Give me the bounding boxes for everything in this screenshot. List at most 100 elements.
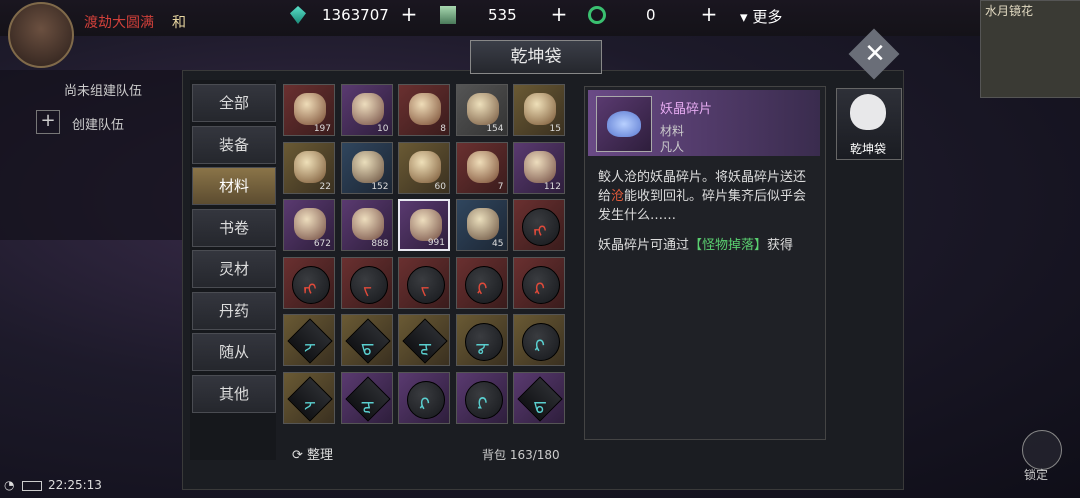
close-icon[interactable]: ✕ [860,36,890,72]
item-slot[interactable]: 197 [283,84,335,136]
item-slot[interactable]: ᡕ [340,256,393,309]
rune-glyph: ᡖ [533,393,547,415]
sort-button[interactable]: ⟳ 整理 [292,444,333,463]
minimap-title: 水月镜花 [985,4,1034,18]
crystal-cluster-icon [351,208,384,240]
item-slot[interactable]: 45 [455,199,508,251]
add-ring-button[interactable]: + [700,4,718,24]
fire-orb-icon [409,93,441,125]
item-count: 60 [434,181,446,192]
team-status: 尚未组建队伍 [64,84,143,99]
item-slot[interactable]: 888 [340,199,393,251]
item-slot[interactable]: 8 [398,84,450,136]
rune-glyph: ᡘ [535,336,545,357]
amber-egg-icon [294,208,326,240]
item-slot[interactable]: ᡓ [398,314,450,366]
more-menu[interactable]: ▾ 更多 [740,6,782,27]
item-slot[interactable]: 60 [398,141,450,194]
scroll-gold-icon [524,93,556,125]
item-name: 妖晶碎片 [660,102,713,117]
item-count: 15 [549,124,561,134]
item-slot[interactable]: 112 [513,141,565,194]
item-slot[interactable]: ᡕ [398,256,450,309]
avatar[interactable] [8,2,74,68]
player-name: 渡劫大圆满 [84,15,154,31]
item-description: 鲛人沧的妖晶碎片。将妖晶碎片送还给沧能收到回礼。碎片集齐后似乎会发生什么…… [598,170,807,223]
item-slot[interactable]: ᡖ [513,371,565,424]
side-tab-label: 乾坤袋 [849,142,886,156]
item-slot[interactable]: 152 [340,141,393,194]
amber-egg-icon [294,150,326,183]
item-slot[interactable]: ᡒ [455,314,508,366]
item-slot[interactable]: ᡘ [513,256,565,309]
tab-0[interactable]: 全部 [192,84,276,122]
tab-2[interactable]: 材料 [192,167,276,205]
rune-glyph: ᡕ [363,278,372,300]
item-count: 672 [313,239,331,249]
item-slot[interactable]: 672 [283,199,335,251]
tab-7[interactable]: 其他 [192,374,276,413]
item-slot[interactable]: 154 [455,84,508,136]
resource-ring-value: 0 [646,6,656,24]
tab-6[interactable]: 随从 [192,333,276,371]
item-slot[interactable]: ᡘ [398,371,450,424]
tab-4[interactable]: 灵材 [192,250,276,288]
item-slot[interactable]: ᡖ [340,314,393,366]
blue-silk-icon [351,150,384,183]
parchment-icon [524,150,556,183]
resource-jade-value: 1363707 [322,6,389,24]
create-team-label[interactable]: 创建队伍 [72,114,124,133]
item-slot[interactable]: ᡔ [283,314,335,366]
scroll-red-icon [294,93,326,125]
rune-glyph: ᡊ [303,278,317,300]
item-slot[interactable]: ᡔ [283,371,335,424]
item-count: 197 [313,124,331,134]
status-bar: ◔ 22:25:13 [4,478,102,492]
refresh-icon: ⟳ [292,448,303,463]
resource-token-value: 535 [488,6,517,24]
brown-ore-icon [409,150,441,183]
rune-glyph: ᡔ [304,393,316,415]
jade-scroll-icon [466,208,499,240]
add-jade-button[interactable]: + [400,4,418,24]
item-source: 妖晶碎片可通过【怪物掉落】获得 [598,238,794,253]
item-slot[interactable]: ᡊ [283,256,335,309]
rune-glyph: ᡗ [477,393,488,415]
item-slot[interactable]: ᡘ [455,256,508,309]
item-count: 45 [492,239,504,249]
item-count: 22 [319,181,331,192]
item-slot[interactable]: 991 [398,199,450,251]
item-count: 8 [440,124,446,134]
item-count: 991 [427,238,445,248]
item-slot[interactable]: 22 [283,141,335,194]
demon-crystal-lotus-icon [410,209,442,241]
create-team-button[interactable]: + [36,110,60,134]
window-title: 乾坤袋 [470,40,602,74]
battery-icon [22,481,42,491]
rune-glyph: ᡓ [418,336,432,357]
item-slot[interactable]: 7 [455,141,508,194]
top-bar [0,0,1080,36]
tab-3[interactable]: 书卷 [192,208,276,247]
tab-5[interactable]: 丹药 [192,291,276,330]
player-state[interactable]: 和 [172,12,186,32]
wifi-icon: ◔ [4,478,15,492]
item-slot[interactable]: ᡊ [513,199,565,251]
rune-glyph: ᡔ [304,336,316,357]
item-count: 152 [371,181,389,192]
rune-glyph: ᡊ [533,221,547,242]
item-count: 112 [543,181,561,192]
item-count: 7 [497,181,504,192]
tab-1[interactable]: 装备 [192,125,276,164]
item-slot[interactable]: ᡗ [455,371,508,424]
rune-glyph: ᡘ [420,393,430,415]
item-slot[interactable]: ᡘ [513,314,565,366]
add-token-button[interactable]: + [550,4,568,24]
lock-button[interactable] [1022,430,1062,470]
rune-glyph: ᡘ [477,278,488,300]
item-grid: 197 10 8 154 15 22 152 60 7 112 672 888 991 45 ᡊ ᡊ ᡕ ᡕ ᡘ ᡘ ᡔ… [283,84,571,436]
item-slot[interactable]: 15 [513,84,565,136]
rune-glyph: ᡖ [360,336,375,357]
item-slot[interactable]: ᡓ [340,371,393,424]
item-slot[interactable]: 10 [340,84,393,136]
